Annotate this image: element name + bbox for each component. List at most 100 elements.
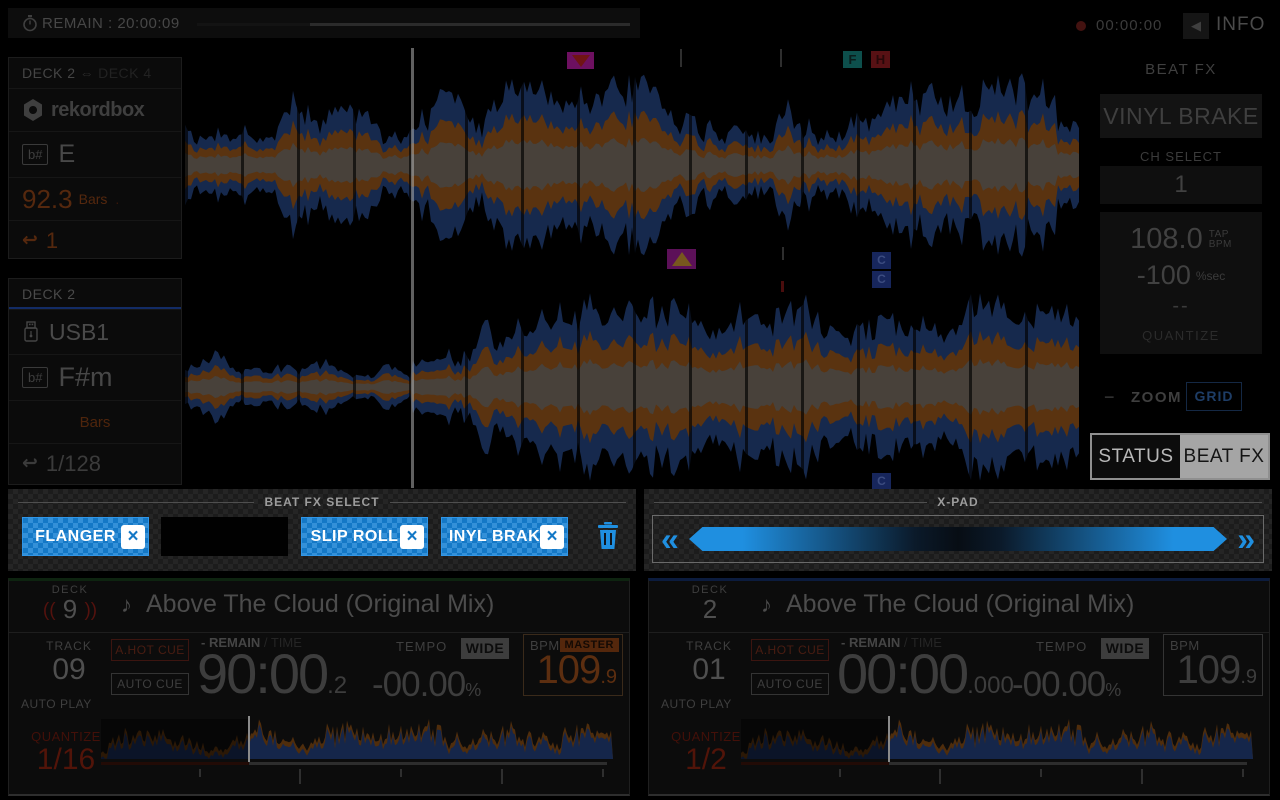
deck-bottom-row: QUANTIZE 1/2 bbox=[649, 717, 1269, 791]
deck-header: DECK (( 9 )) ♪Above The Cloud (Original … bbox=[9, 581, 629, 633]
deck-number: 9 bbox=[63, 594, 77, 624]
tempo-label: TEMPO bbox=[1036, 639, 1087, 654]
deck-id: DECK 2 bbox=[667, 584, 753, 624]
link-deck-a: DECK 2 bbox=[22, 65, 76, 81]
source-row[interactable]: USB1 bbox=[9, 309, 181, 354]
deck-id: DECK (( 9 )) bbox=[27, 584, 113, 624]
bpm-box: BPM 109.9 bbox=[1163, 634, 1263, 696]
track-title: ♪Above The Cloud (Original Mix) bbox=[761, 590, 1134, 619]
loop-icon: ↩ bbox=[22, 452, 38, 475]
track-number: 09 bbox=[39, 653, 99, 687]
tab-beatfx[interactable]: BEAT FX bbox=[1180, 435, 1268, 478]
a-hot-cue-button[interactable]: A.HOT CUE bbox=[111, 639, 189, 661]
key-value: F#m bbox=[58, 362, 112, 393]
fx-param-value: -100 bbox=[1137, 260, 1191, 291]
cue-badge-c[interactable]: C bbox=[872, 473, 891, 490]
rekordbox-brand-row: rekordbox bbox=[9, 88, 181, 131]
hot-cue-marker-icon[interactable] bbox=[567, 52, 594, 69]
tempo-display: -00.00% bbox=[1012, 665, 1121, 705]
x-pad-bar[interactable] bbox=[689, 527, 1227, 551]
trash-icon[interactable] bbox=[596, 521, 620, 551]
time-display: 90:00.2 bbox=[197, 641, 347, 706]
beat-fx-select-title: BEAT FX SELECT bbox=[8, 495, 636, 509]
fx-slot-flanger[interactable]: FLANGER × bbox=[22, 517, 149, 556]
auto-play-label: AUTO PLAY bbox=[21, 697, 92, 711]
bars-value: 92.3 bbox=[22, 184, 73, 215]
bars-dot: . bbox=[115, 191, 119, 207]
cue-badge-c[interactable]: C bbox=[872, 271, 891, 288]
bars-row: 92.3 Bars . bbox=[9, 177, 181, 220]
link-deck-b: DECK 4 bbox=[98, 65, 152, 81]
close-icon[interactable]: × bbox=[121, 525, 145, 549]
bpm-box: BPM MASTER 109.9 bbox=[523, 634, 623, 696]
bars-unit: Bars bbox=[79, 191, 108, 207]
loop-length: 1/128 bbox=[46, 451, 101, 477]
cue-marker-icon[interactable] bbox=[667, 249, 696, 269]
beat-fx-select-section: BEAT FX SELECT FLANGER × SLIP ROLL × VIN… bbox=[8, 489, 636, 571]
chevron-left-icon: « bbox=[661, 518, 679, 560]
back-button[interactable]: ◀ bbox=[1183, 13, 1209, 39]
fx-slot-empty[interactable] bbox=[161, 517, 288, 556]
total-remain-time: REMAIN : 20:00:09 bbox=[42, 15, 180, 32]
preview-played-overlay bbox=[741, 719, 889, 759]
progress-tick bbox=[1242, 769, 1244, 777]
cue-tick bbox=[781, 281, 784, 292]
stopwatch-icon bbox=[22, 15, 38, 32]
close-icon[interactable]: × bbox=[400, 525, 424, 549]
auto-cue-button[interactable]: AUTO CUE bbox=[751, 673, 829, 695]
x-pad-slider[interactable]: « » bbox=[652, 515, 1264, 563]
fx-slot-vinyl-brake[interactable]: VINYL BRAKE × bbox=[441, 517, 568, 556]
loop-length: 1 bbox=[46, 228, 58, 254]
waveform-display[interactable]: F H C C C bbox=[185, 48, 1080, 488]
progress-tick bbox=[1040, 769, 1042, 777]
playhead-line bbox=[411, 48, 414, 488]
bars-unit: Bars bbox=[80, 414, 111, 431]
hot-cue-badge-f[interactable]: F bbox=[843, 51, 862, 68]
beat-grid-top bbox=[185, 70, 1080, 260]
quantize-value: 1/2 bbox=[669, 743, 743, 777]
progress-tick bbox=[299, 769, 301, 784]
deck-info-panel: DECK 2 USB1 b# F#m Bars ↩ 1/128 bbox=[8, 278, 182, 485]
key-row: b# F#m bbox=[9, 354, 181, 400]
track-preview-waveform[interactable] bbox=[741, 719, 1253, 785]
cue-badge-c[interactable]: C bbox=[872, 252, 891, 269]
track-title: ♪Above The Cloud (Original Mix) bbox=[121, 590, 494, 619]
hot-cue-badge-h[interactable]: H bbox=[871, 51, 890, 68]
grid-button[interactable]: GRID bbox=[1186, 382, 1242, 411]
fx-strip: BEAT FX SELECT FLANGER × SLIP ROLL × VIN… bbox=[8, 489, 1272, 571]
link-arrow-icon: ⇔ bbox=[76, 65, 99, 81]
x-pad-section: X-PAD « » bbox=[644, 489, 1272, 571]
beat-fx-parameter-box: 108.0 TAP BPM -100 %sec -- QUANTIZE bbox=[1100, 212, 1262, 354]
progress-remaining bbox=[310, 23, 630, 26]
ch-select-label: CH SELECT bbox=[1090, 149, 1272, 164]
channel-select-display[interactable]: 1 bbox=[1100, 166, 1262, 204]
tempo-display: -00.00% bbox=[372, 665, 481, 705]
cdj-touch-screen: REMAIN : 20:00:09 00:00:00 ◀ INFO DECK 2… bbox=[0, 0, 1280, 800]
auto-cue-button[interactable]: AUTO CUE bbox=[111, 673, 189, 695]
info-button[interactable]: INFO bbox=[1216, 14, 1265, 36]
preview-playhead bbox=[888, 716, 890, 762]
deck-info-row: TRACK 09 AUTO PLAY A.HOT CUE AUTO CUE - … bbox=[9, 633, 629, 717]
preview-progress-remaining bbox=[249, 762, 607, 765]
deck-status-panel-right: DECK 2 ♪Above The Cloud (Original Mix) T… bbox=[648, 578, 1270, 796]
preview-played-overlay bbox=[101, 719, 249, 759]
fx-slot-slip-roll[interactable]: SLIP ROLL × bbox=[301, 517, 428, 556]
bpm-value: 109.9 bbox=[537, 648, 617, 693]
progress-tick bbox=[1141, 769, 1143, 784]
beat-fx-name-display[interactable]: VINYL BRAKE bbox=[1100, 94, 1262, 138]
deck-panel-header: DECK 2 bbox=[9, 279, 181, 309]
track-preview-waveform[interactable] bbox=[101, 719, 613, 785]
close-icon[interactable]: × bbox=[540, 525, 564, 549]
deck-number: 2 bbox=[703, 594, 717, 624]
bpm-value: 109.9 bbox=[1177, 648, 1257, 693]
preview-progress-remaining bbox=[889, 762, 1247, 765]
key-row: b# E bbox=[9, 131, 181, 177]
preview-progress-elapsed bbox=[101, 762, 249, 765]
tempo-label: TEMPO bbox=[396, 639, 447, 654]
bpm-label: BPM bbox=[1209, 240, 1232, 250]
tab-status[interactable]: STATUS bbox=[1092, 435, 1180, 478]
key-badge-icon: b# bbox=[22, 367, 48, 388]
a-hot-cue-button[interactable]: A.HOT CUE bbox=[751, 639, 829, 661]
loop-row: ↩ 1/128 bbox=[9, 443, 181, 483]
zoom-out-button[interactable]: − bbox=[1104, 387, 1115, 408]
